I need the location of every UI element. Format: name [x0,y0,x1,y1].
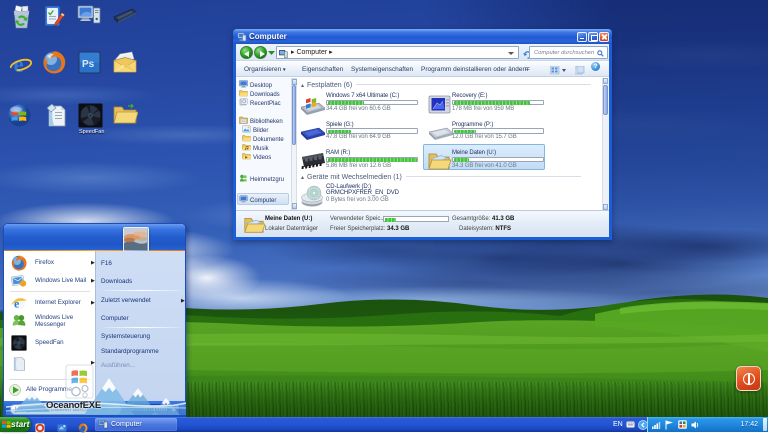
svg-text:Ps: Ps [82,59,95,70]
